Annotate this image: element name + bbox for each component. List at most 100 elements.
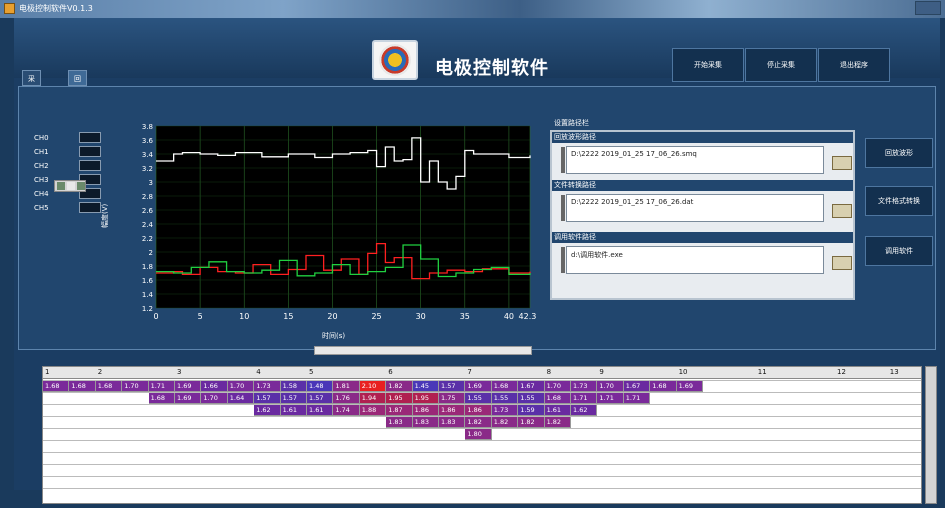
table-vscrollbar[interactable] — [925, 366, 937, 504]
playback-path-field[interactable]: D:\2222 2019_01_25 17_06_26.smq — [561, 146, 824, 174]
table-cell[interactable]: 1.73 — [491, 404, 519, 416]
table-cell[interactable]: 1.83 — [412, 416, 439, 428]
table-cell[interactable]: 1.68 — [650, 380, 677, 392]
table-cell[interactable]: 1.70 — [122, 380, 149, 392]
y-tick-label: 3.4 — [142, 151, 154, 159]
tab-playback[interactable]: 回放界面 — [68, 70, 87, 131]
table-cell[interactable]: 1.71 — [597, 392, 624, 404]
table-cell[interactable]: 1.82 — [465, 416, 492, 428]
table-cell[interactable]: 1.86 — [465, 404, 492, 416]
table-cell[interactable]: 1.80 — [465, 428, 492, 440]
table-cell[interactable]: 1.88 — [359, 404, 387, 416]
table-cell[interactable]: 1.57 — [254, 392, 281, 404]
close-button[interactable] — [915, 1, 941, 15]
table-cell[interactable]: 1.69 — [175, 392, 202, 404]
table-cell[interactable]: 1.61 — [307, 404, 334, 416]
table-cell[interactable]: 1.68 — [491, 380, 519, 392]
table-cell[interactable]: 1.95 — [412, 392, 439, 404]
table-cell[interactable]: 1.55 — [491, 392, 519, 404]
table-cell[interactable]: 1.67 — [518, 380, 545, 392]
folder-icon[interactable] — [832, 156, 852, 170]
table-cell[interactable]: 1.61 — [544, 404, 571, 416]
table-cell[interactable]: 1.68 — [69, 380, 96, 392]
y-tick-label: 1.8 — [142, 263, 153, 271]
table-cell[interactable]: 1.74 — [333, 404, 360, 416]
table-cell[interactable]: 1.73 — [254, 380, 281, 392]
y-tick-label: 2.6 — [142, 207, 154, 215]
table-cell[interactable]: 1.59 — [518, 404, 545, 416]
table-cell[interactable]: 1.69 — [175, 380, 202, 392]
table-cell[interactable]: 1.70 — [227, 380, 255, 392]
column-header: 12 — [837, 368, 846, 376]
table-cell[interactable]: 1.69 — [676, 380, 703, 392]
pan-tool-icon[interactable] — [77, 182, 85, 190]
table-cell[interactable]: 1.68 — [95, 380, 123, 392]
table-cell[interactable]: 1.61 — [280, 404, 307, 416]
table-cell[interactable]: 1.45 — [412, 380, 439, 392]
convert-format-button[interactable]: 文件格式转换 — [865, 186, 933, 216]
y-tick-label: 3.8 — [142, 123, 153, 131]
table-cell[interactable]: 1.81 — [333, 380, 360, 392]
table-cell[interactable]: 1.62 — [571, 404, 598, 416]
table-cell[interactable]: 1.86 — [412, 404, 439, 416]
folder-icon[interactable] — [832, 204, 852, 218]
table-cell[interactable]: 1.67 — [623, 380, 651, 392]
tab-acquire[interactable]: 采集界面 — [22, 70, 41, 131]
table-cell[interactable]: 1.68 — [544, 392, 571, 404]
table-cell[interactable]: 1.70 — [597, 380, 624, 392]
table-cell[interactable]: 1.87 — [386, 404, 413, 416]
graph-palette[interactable] — [54, 180, 86, 192]
data-table[interactable]: 1 2 3 4 5 6 7 8 9 10 11 12 13 1.68 1.68 1.68 1.70 1.71 1.… — [42, 366, 922, 504]
exit-button[interactable]: 退出程序 — [818, 48, 890, 82]
row-divider — [43, 452, 921, 453]
table-cell[interactable]: 1.57 — [307, 392, 334, 404]
call-software-button[interactable]: 调用软件 — [865, 236, 933, 266]
x-tick-label: 30 — [416, 312, 426, 321]
software-path-field[interactable]: d:\调用软件.exe — [561, 246, 824, 274]
chart-scrollbar[interactable] — [314, 346, 532, 355]
table-cell[interactable]: 1.95 — [386, 392, 413, 404]
table-cell[interactable]: 1.58 — [280, 380, 307, 392]
table-cell[interactable]: 1.83 — [439, 416, 466, 428]
table-cell[interactable]: 1.75 — [439, 392, 466, 404]
start-acquire-button[interactable]: 开始采集 — [672, 48, 744, 82]
y-tick-label: 3.2 — [142, 165, 153, 173]
table-cell[interactable]: 1.62 — [254, 404, 281, 416]
table-cell[interactable]: 1.57 — [280, 392, 307, 404]
window-title: 电极控制软件V0.1.3 — [19, 4, 93, 13]
table-cell[interactable]: 1.66 — [201, 380, 228, 392]
table-cell[interactable]: 1.82 — [518, 416, 545, 428]
table-cell[interactable]: 1.71 — [571, 392, 598, 404]
table-cell[interactable]: 1.55 — [518, 392, 545, 404]
x-tick-label: 0 — [153, 312, 158, 321]
table-cell[interactable]: 1.70 — [544, 380, 571, 392]
table-cell[interactable]: 1.57 — [439, 380, 466, 392]
stop-acquire-button[interactable]: 停止采集 — [745, 48, 817, 82]
table-cell[interactable]: 1.48 — [307, 380, 334, 392]
table-cell[interactable]: 1.71 — [623, 392, 651, 404]
convert-path-field[interactable]: D:\2222 2019_01_25 17_06_26.dat — [561, 194, 824, 222]
table-cell[interactable]: 1.64 — [227, 392, 255, 404]
table-cell[interactable]: 1.82 — [386, 380, 413, 392]
table-cell[interactable]: 1.86 — [439, 404, 466, 416]
table-cell[interactable]: 1.76 — [333, 392, 360, 404]
table-cell[interactable]: 1.55 — [465, 392, 492, 404]
table-cell[interactable]: 1.83 — [386, 416, 413, 428]
folder-icon[interactable] — [832, 256, 852, 270]
cursor-tool-icon[interactable] — [57, 182, 65, 190]
table-cell[interactable]: 1.82 — [544, 416, 571, 428]
table-cell[interactable]: 1.94 — [359, 392, 387, 404]
table-cell[interactable]: 1.70 — [201, 392, 228, 404]
zoom-tool-icon[interactable] — [67, 182, 75, 190]
table-cell[interactable]: 1.69 — [465, 380, 492, 392]
playback-waveform-button[interactable]: 回放波形 — [865, 138, 933, 168]
table-cell[interactable]: 1.82 — [491, 416, 519, 428]
table-cell[interactable]: 1.68 — [43, 380, 70, 392]
table-cell[interactable]: 1.73 — [571, 380, 598, 392]
y-tick-label: 2.8 — [142, 193, 153, 201]
column-header: 13 — [889, 368, 899, 376]
table-cell[interactable]: 2.10 — [359, 380, 387, 392]
table-cell[interactable]: 1.71 — [148, 380, 175, 392]
table-cell[interactable]: 1.68 — [148, 392, 175, 404]
waveform-chart[interactable]: 0 5 10 15 20 25 30 35 40 42.39 1.2 1.4 1.6 1.8 2 2.2 2.4… — [96, 118, 536, 336]
